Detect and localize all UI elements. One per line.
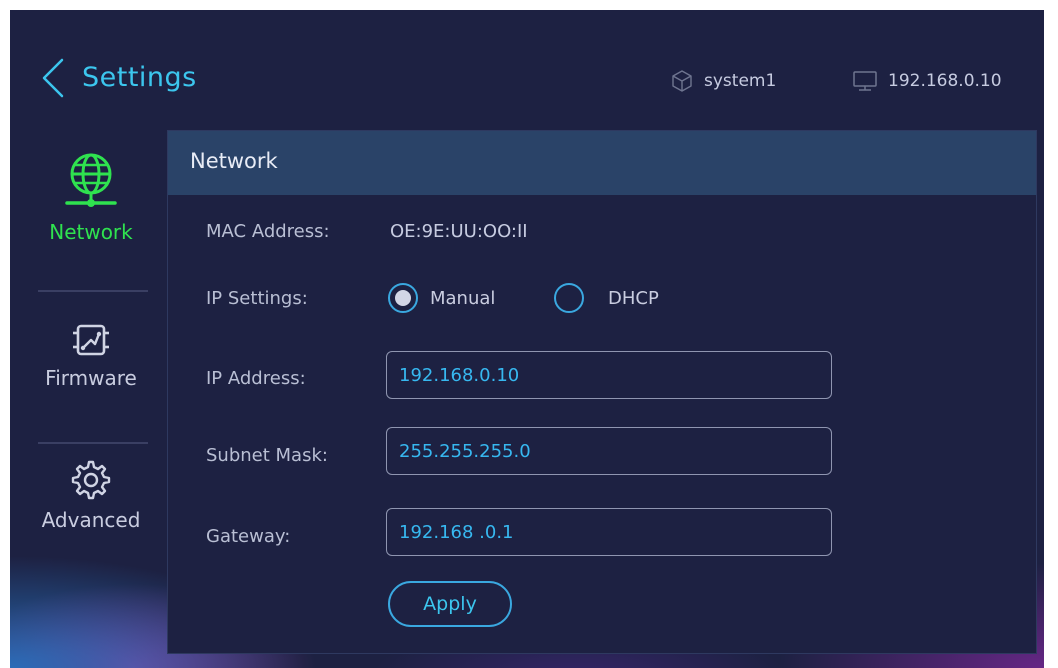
manual-radio[interactable] <box>388 283 418 313</box>
ip-settings-label: IP Settings: <box>206 288 308 309</box>
subnet-mask-input[interactable] <box>386 427 832 475</box>
ip-address-label: IP Address: <box>206 368 306 389</box>
chip-icon <box>73 324 109 356</box>
panel-header: Network <box>168 131 1036 195</box>
globe-network-icon <box>65 153 117 207</box>
sidebar-divider <box>38 290 148 292</box>
mac-address-value: OE:9E:UU:OO:II <box>390 221 528 242</box>
mac-address-label: MAC Address: <box>206 221 330 242</box>
header-bar: Settings system1 192.168.0.10 <box>10 10 1044 130</box>
apply-button[interactable]: Apply <box>388 581 512 627</box>
network-panel: Network MAC Address: OE:9E:UU:OO:II IP S… <box>167 130 1037 654</box>
panel-title: Network <box>190 149 278 173</box>
subnet-mask-label: Subnet Mask: <box>206 445 328 466</box>
ip-address-input[interactable] <box>386 351 832 399</box>
sidebar-item-network-label: Network <box>49 220 133 244</box>
system-indicator: system1 <box>670 68 776 94</box>
sidebar-divider <box>38 442 148 444</box>
radio-selected-dot <box>395 290 411 306</box>
device-ip: 192.168.0.10 <box>888 71 1002 91</box>
dhcp-radio[interactable] <box>554 283 584 313</box>
sidebar-item-firmware-label: Firmware <box>45 366 137 390</box>
sidebar-item-firmware[interactable]: Firmware <box>24 320 158 390</box>
gateway-input[interactable] <box>386 508 832 556</box>
gateway-label: Gateway: <box>206 526 291 547</box>
manual-radio-label[interactable]: Manual <box>430 288 495 309</box>
settings-screen: Settings system1 192.168.0.10 Network Fi… <box>10 10 1044 668</box>
sidebar-item-advanced[interactable]: Advanced <box>24 458 158 532</box>
gear-icon <box>71 460 111 500</box>
monitor-icon <box>853 71 877 91</box>
system-name: system1 <box>704 71 777 91</box>
sidebar-item-network[interactable]: Network <box>24 148 158 244</box>
dhcp-radio-label[interactable]: DHCP <box>608 288 659 309</box>
chevron-left-icon <box>42 58 64 98</box>
page-title: Settings <box>82 62 197 93</box>
cube-icon <box>672 70 692 92</box>
back-button[interactable] <box>38 58 68 98</box>
device-ip-indicator: 192.168.0.10 <box>852 68 1002 94</box>
sidebar-item-advanced-label: Advanced <box>41 508 141 532</box>
